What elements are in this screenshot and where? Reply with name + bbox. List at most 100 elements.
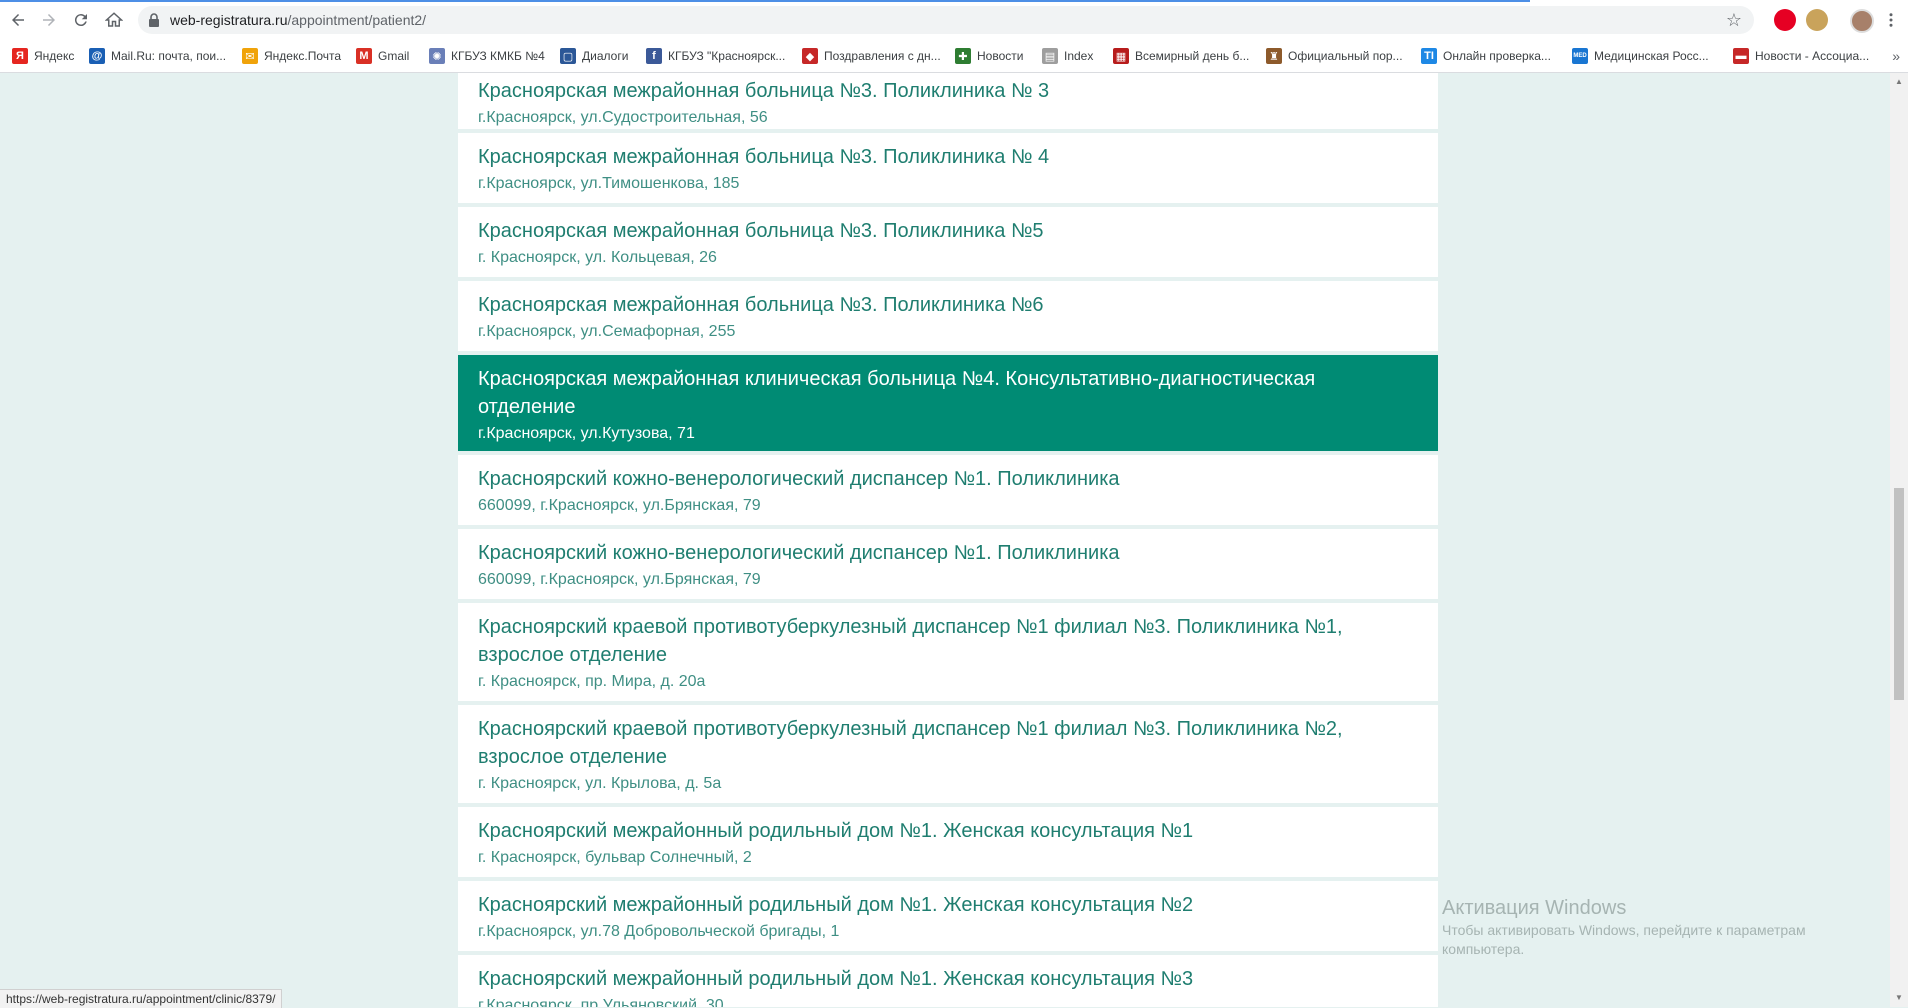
clinic-item[interactable]: Красноярский кожно-венерологический дисп… <box>458 529 1438 599</box>
watermark-text: Чтобы активировать Windows, перейдите к … <box>1442 922 1806 957</box>
clinic-item[interactable]: Красноярская межрайонная больница №3. По… <box>458 281 1438 351</box>
bookmark-label: Яндекс.Почта <box>264 49 342 63</box>
clinic-item[interactable]: Красноярский краевой противотуберкулезны… <box>458 603 1438 701</box>
bookmark-item[interactable]: ▤ Index <box>1042 47 1093 65</box>
bookmark-label: Новости - Ассоциа... <box>1755 49 1870 63</box>
clinic-title: Красноярская межрайонная больница №3. По… <box>478 294 1044 316</box>
clinic-item[interactable]: Красноярский межрайонный родильный дом №… <box>458 955 1438 1007</box>
browser-chrome: web-registratura.ru/appointment/patient2… <box>0 0 1908 73</box>
arrow-left-icon <box>12 14 24 26</box>
menu-button[interactable] <box>1878 7 1904 33</box>
clinic-item[interactable]: Красноярский межрайонный родильный дом №… <box>458 881 1438 951</box>
clinic-address: г.Красноярск, ул.Тимошенкова, 185 <box>478 175 740 192</box>
clinic-title: Красноярский краевой противотуберкулезны… <box>478 718 1343 768</box>
address-bar[interactable]: web-registratura.ru/appointment/patient2… <box>138 6 1754 34</box>
clinic-item[interactable]: Красноярский межрайонный родильный дом №… <box>458 807 1438 877</box>
clinic-address: г.Красноярск, ул.78 Добровольческой бриг… <box>478 923 840 940</box>
clinic-title: Красноярский межрайонный родильный дом №… <box>478 820 1194 842</box>
bookmark-item[interactable]: TI Онлайн проверка... <box>1421 47 1551 65</box>
bookmark-label: Яндекс <box>34 49 75 63</box>
kebab-menu-icon <box>1889 13 1893 27</box>
pinterest-extension-icon[interactable] <box>1774 9 1796 31</box>
bookmarks-bar: Я Яндекс @ Mail.Ru: почта, пои... ✉ Яндекс.По… <box>0 40 1908 72</box>
clinic-title: Красноярский краевой противотуберкулезны… <box>478 616 1343 666</box>
clinic-address: г.Красноярск, пр.Ульяновский, 30 <box>478 997 724 1007</box>
bookmark-item[interactable]: ✉ Яндекс.Почта <box>242 47 341 65</box>
med-icon: MED <box>1572 48 1588 64</box>
back-button[interactable] <box>5 7 31 33</box>
url-domain: web-registratura.ru <box>170 12 288 28</box>
page-icon: ▤ <box>1042 48 1058 64</box>
bookmark-label: Index <box>1064 49 1094 63</box>
emblem-icon: ✺ <box>429 48 445 64</box>
home-button[interactable] <box>101 7 127 33</box>
bookmarks-overflow-icon[interactable]: » <box>1892 48 1900 64</box>
bookmark-star-icon[interactable]: ☆ <box>1726 10 1742 31</box>
clinic-address: 660099, г.Красноярск, ул.Брянская, 79 <box>478 497 761 514</box>
browser-toolbar: web-registratura.ru/appointment/patient2… <box>0 0 1908 40</box>
clinic-address: г.Красноярск, ул.Судостроительная, 56 <box>478 109 768 126</box>
bookmark-label: Новости <box>977 49 1024 63</box>
clinic-item[interactable]: Красноярский краевой противотуберкулезны… <box>458 705 1438 803</box>
scroll-down-icon[interactable]: ▼ <box>1894 993 1904 1003</box>
bookmark-item[interactable]: ▬ Новости - Ассоциа... <box>1733 47 1869 65</box>
bookmark-label: Онлайн проверка... <box>1443 49 1551 63</box>
forward-button[interactable] <box>36 7 62 33</box>
bookmark-item[interactable]: Я Яндекс <box>12 47 74 65</box>
flag-icon: ✚ <box>955 48 971 64</box>
page-viewport: Красноярская межрайонная больница №3. По… <box>0 73 1890 1007</box>
clinic-item[interactable]: Красноярский кожно-венерологический дисп… <box>458 455 1438 525</box>
bookmark-item[interactable]: @ Mail.Ru: почта, пои... <box>89 47 226 65</box>
bookmark-label: Всемирный день б... <box>1135 49 1250 63</box>
bookmark-label: Медицинская Росс... <box>1594 49 1709 63</box>
bookmark-label: Поздравления с дн... <box>824 49 941 63</box>
bookmark-item[interactable]: ✺ КГБУЗ КМКБ №4 <box>429 47 545 65</box>
clinic-address: г.Красноярск, ул.Семафорная, 255 <box>478 323 736 340</box>
page-scrollbar[interactable]: ▲ ▼ <box>1890 73 1908 1007</box>
chat-icon: ▢ <box>560 48 576 64</box>
lock-icon <box>149 13 159 27</box>
clinic-title: Красноярская межрайонная больница №3. По… <box>478 80 1050 102</box>
reload-button[interactable] <box>68 7 94 33</box>
clinic-title: Красноярский межрайонный родильный дом №… <box>478 894 1194 916</box>
bookmark-item[interactable]: ✚ Новости <box>955 47 1023 65</box>
crest-icon: ♜ <box>1266 48 1282 64</box>
bookmark-label: КГБУЗ КМКБ №4 <box>451 49 545 63</box>
status-bar-url: https://web-registratura.ru/appointment/… <box>0 989 283 1008</box>
bookmark-item[interactable]: MED Медицинская Росс... <box>1572 47 1709 65</box>
url-path: /appointment/patient2/ <box>287 12 427 28</box>
news-icon: ▬ <box>1733 48 1749 64</box>
scroll-up-icon[interactable]: ▲ <box>1894 77 1904 87</box>
clinic-address: г. Красноярск, ул. Крылова, д. 5а <box>478 775 722 792</box>
profile-avatar[interactable] <box>1850 9 1874 33</box>
bookmark-item[interactable]: ▦ Всемирный день б... <box>1113 47 1249 65</box>
yandex-icon: Я <box>12 48 28 64</box>
clinic-title: Красноярский межрайонный родильный дом №… <box>478 968 1194 990</box>
clinic-address: г.Красноярск, ул.Кутузова, 71 <box>478 425 695 442</box>
clinic-title: Красноярская межрайонная больница №3. По… <box>478 220 1044 242</box>
bookmark-label: Диалоги <box>582 49 629 63</box>
bookmark-label: Официальный пор... <box>1288 49 1403 63</box>
clinic-address: г. Красноярск, пр. Мира, д. 20а <box>478 673 706 690</box>
bookmark-label: КГБУЗ "Красноярск... <box>668 49 786 63</box>
clinic-item[interactable]: Красноярская межрайонная больница №3. По… <box>458 207 1438 277</box>
bookmark-item[interactable]: f КГБУЗ "Красноярск... <box>646 47 785 65</box>
calendar-icon: ▦ <box>1113 48 1129 64</box>
home-icon <box>105 12 123 27</box>
watermark-title: Активация Windows <box>1442 897 1627 919</box>
diamond-icon: ◆ <box>802 48 818 64</box>
bookmark-item[interactable]: ♜ Официальный пор... <box>1266 47 1403 65</box>
clinic-item[interactable]: Красноярская межрайонная больница №3. По… <box>458 133 1438 203</box>
bookmark-item[interactable]: ▢ Диалоги <box>560 47 628 65</box>
clinic-item[interactable]: Красноярская межрайонная больница №3. По… <box>458 73 1438 129</box>
scroll-thumb[interactable] <box>1894 488 1904 700</box>
extension-icon[interactable] <box>1806 9 1828 31</box>
clinic-item-active[interactable]: Красноярская межрайонная клиническая бол… <box>458 355 1438 451</box>
envelope-icon: ✉ <box>242 48 258 64</box>
bookmark-label: Gmail <box>378 49 410 63</box>
clinic-title: Красноярский кожно-венерологический дисп… <box>478 468 1120 490</box>
bookmark-item[interactable]: ◆ Поздравления с дн... <box>802 47 941 65</box>
clinic-address: г. Красноярск, ул. Кольцевая, 26 <box>478 249 717 266</box>
bookmark-item[interactable]: M Gmail <box>356 47 409 65</box>
clinic-title: Красноярская межрайонная больница №3. По… <box>478 146 1050 168</box>
